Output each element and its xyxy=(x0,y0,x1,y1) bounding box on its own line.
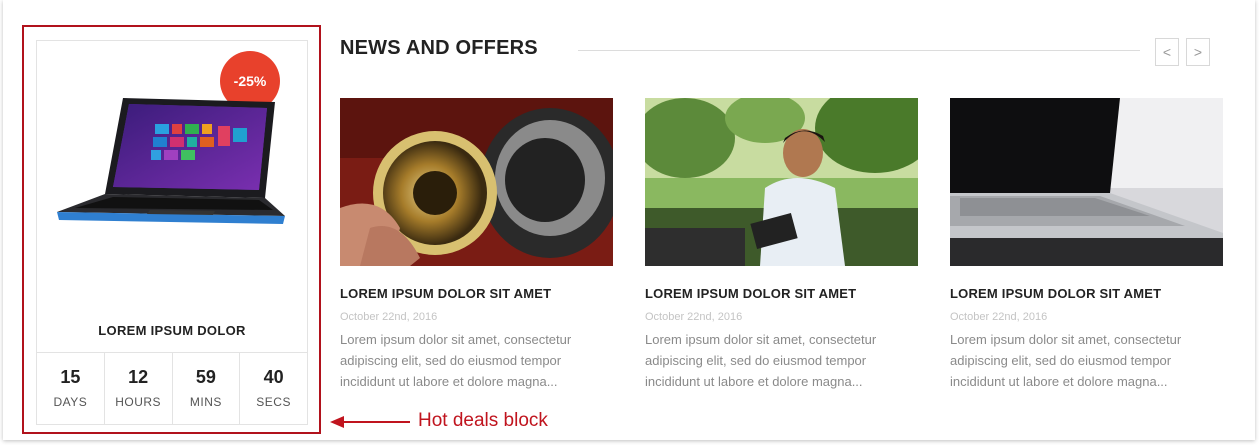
annotation-highlight-box xyxy=(22,25,321,434)
post-title[interactable]: LOREM IPSUM DOLOR SIT AMET xyxy=(950,286,1223,301)
post-excerpt: Lorem ipsum dolor sit amet, consectetur … xyxy=(645,332,877,389)
annotation-arrow-icon xyxy=(330,416,410,428)
chevron-left-icon: < xyxy=(1162,44,1172,60)
post-excerpt: Lorem ipsum dolor sit amet, consectetur … xyxy=(340,332,572,389)
post-date: October 22nd, 2016 xyxy=(645,311,743,323)
news-heading: NEWS AND OFFERS xyxy=(340,37,538,59)
chevron-right-icon: > xyxy=(1193,44,1203,60)
news-post[interactable]: LOREM IPSUM DOLOR SIT AMET October 22nd,… xyxy=(645,98,918,392)
annotation-label: Hot deals block xyxy=(418,410,548,431)
post-date: October 22nd, 2016 xyxy=(950,311,1048,323)
post-title[interactable]: LOREM IPSUM DOLOR SIT AMET xyxy=(340,286,613,301)
post-date: October 22nd, 2016 xyxy=(340,311,438,323)
man-with-tablet-photo[interactable] xyxy=(645,98,918,266)
news-post[interactable]: LOREM IPSUM DOLOR SIT AMET October 22nd,… xyxy=(340,98,613,392)
camera-lens-photo[interactable] xyxy=(340,98,613,266)
post-excerpt: Lorem ipsum dolor sit amet, consectetur … xyxy=(950,332,1182,389)
post-title[interactable]: LOREM IPSUM DOLOR SIT AMET xyxy=(645,286,918,301)
heading-divider xyxy=(578,50,1140,51)
carousel-next-button[interactable]: > xyxy=(1186,38,1210,66)
carousel-prev-button[interactable]: < xyxy=(1155,38,1179,66)
laptop-photo[interactable] xyxy=(950,98,1223,266)
news-post[interactable]: LOREM IPSUM DOLOR SIT AMET October 22nd,… xyxy=(950,98,1223,392)
